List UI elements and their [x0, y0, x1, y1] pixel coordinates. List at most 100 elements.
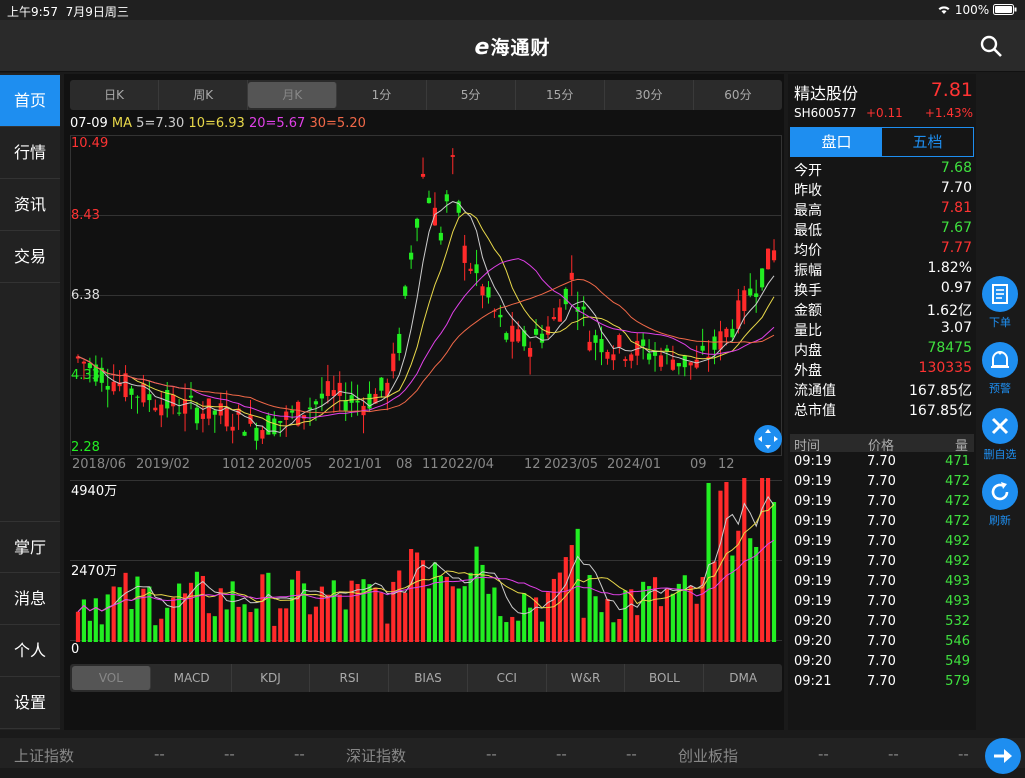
volume-bar — [266, 572, 271, 642]
tab-rsi[interactable]: RSI — [310, 664, 390, 692]
stock-change-pct: +1.43% — [924, 106, 973, 120]
tab-wr[interactable]: W&R — [547, 664, 626, 692]
volume-chart[interactable] — [70, 478, 782, 660]
trade-volume: 472 — [945, 494, 970, 509]
order-button[interactable]: 下单 — [980, 276, 1020, 330]
volume-bar — [206, 613, 211, 642]
candle-body — [438, 232, 443, 241]
volume-bar — [307, 614, 313, 642]
tab-vol[interactable]: VOL — [72, 666, 151, 690]
volume-bar — [290, 579, 295, 642]
quote-value: 130335 — [918, 360, 972, 376]
volume-bar — [385, 623, 390, 642]
volume-bar — [498, 616, 503, 642]
sidebar-item-profile[interactable]: 个人 — [0, 625, 60, 677]
quote-row: 换手 0.97 — [794, 280, 972, 300]
quote-value: 78475 — [927, 340, 972, 356]
volume-bar — [635, 615, 640, 642]
sidebar-item-messages[interactable]: 消息 — [0, 573, 60, 625]
kline-chart[interactable]: 2018/06 2019/02 1012 2020/05 2021/01 08 11 2022… — [70, 135, 782, 473]
candle-body — [313, 401, 319, 405]
trade-time: 09:20 — [794, 634, 832, 649]
volume-bar — [581, 617, 586, 642]
volume-bar — [224, 609, 229, 642]
quote-value: 7.77 — [940, 240, 972, 256]
quote-row: 流通值 167.85亿 — [794, 380, 972, 400]
candle-body — [551, 316, 556, 320]
candle-body — [147, 394, 152, 401]
volume-bar — [87, 620, 92, 642]
sidebar-item-home[interactable]: 首页 — [0, 75, 60, 127]
volume-bar — [486, 593, 491, 642]
tab-macd[interactable]: MACD — [153, 664, 232, 692]
tab-15min[interactable]: 15分 — [516, 80, 605, 110]
tab-60min[interactable]: 60分 — [694, 80, 782, 110]
index-ticker[interactable]: 上证指数 -- -- -- 深证指数 -- -- -- 创业板指 -- -- -… — [0, 738, 1025, 774]
app-header: e海通财 — [0, 20, 1025, 72]
wifi-icon — [938, 6, 950, 14]
candle-body — [105, 385, 110, 390]
quote-row: 金额 1.62亿 — [794, 300, 972, 320]
ticker-dash: -- — [154, 745, 165, 763]
candle-body — [480, 286, 485, 296]
trade-header-vol: 量 — [954, 439, 968, 454]
tab-30min[interactable]: 30分 — [605, 80, 694, 110]
tab-1min[interactable]: 1分 — [337, 80, 427, 110]
k-axis-bottom: 2.28 — [71, 440, 100, 455]
quote-row: 量比 3.07 — [794, 320, 972, 340]
sidebar-item-market[interactable]: 行情 — [0, 127, 60, 179]
candle-body — [111, 381, 116, 392]
trade-volume: 471 — [945, 454, 970, 469]
tab-5min[interactable]: 5分 — [427, 80, 516, 110]
volume-bar — [212, 616, 217, 642]
volume-bar — [492, 587, 497, 642]
tab-boll[interactable]: BOLL — [625, 664, 705, 692]
refresh-button[interactable]: 刷新 — [980, 474, 1020, 528]
volume-bar — [504, 622, 509, 642]
trade-row: 09:19 7.70 492 — [794, 534, 972, 554]
ma5-line — [77, 201, 775, 434]
candle-body — [349, 395, 354, 403]
tab-week-k[interactable]: 周K — [159, 80, 249, 110]
alert-button[interactable]: 预警 — [980, 342, 1020, 396]
remove-watchlist-label: 删自选 — [983, 448, 1017, 461]
quote-value: 7.70 — [940, 180, 972, 196]
volume-bar — [260, 574, 265, 642]
volume-bar — [462, 586, 467, 642]
quote-key: 均价 — [794, 243, 822, 259]
trade-time: 09:19 — [794, 594, 832, 609]
tab-wudang[interactable]: 五档 — [882, 128, 973, 156]
sidebar-item-settings[interactable]: 设置 — [0, 677, 60, 729]
volume-bar — [593, 596, 598, 642]
trade-price: 7.70 — [867, 474, 896, 489]
candle-body — [516, 329, 521, 342]
search-icon[interactable] — [979, 34, 1003, 58]
remove-watchlist-button[interactable]: 删自选 — [980, 408, 1020, 462]
volume-bar — [480, 564, 485, 642]
volume-bar — [456, 588, 461, 642]
tab-day-k[interactable]: 日K — [70, 80, 160, 110]
trade-header-time: 时间 — [794, 439, 821, 454]
tab-pankou[interactable]: 盘口 — [791, 128, 882, 156]
tab-cci[interactable]: CCI — [468, 664, 547, 692]
fullscreen-icon[interactable] — [753, 424, 783, 454]
x-axis-label: 2023/05 — [544, 457, 598, 472]
quote-value: 3.07 — [940, 320, 972, 336]
trade-time: 09:20 — [794, 614, 832, 629]
x-axis-label: 2018/06 — [72, 457, 126, 472]
candle-body — [284, 411, 289, 420]
sidebar-item-news[interactable]: 资讯 — [0, 179, 60, 231]
tab-bias[interactable]: BIAS — [389, 664, 468, 692]
tab-dma[interactable]: DMA — [704, 664, 782, 692]
sidebar-item-hall[interactable]: 掌厅 — [0, 521, 60, 573]
ticker-next-button[interactable] — [985, 738, 1021, 774]
sidebar-item-trade[interactable]: 交易 — [0, 231, 60, 283]
candle-body — [700, 345, 705, 351]
candle-body — [420, 173, 426, 177]
tab-month-k[interactable]: 月K — [248, 82, 338, 108]
candle-body — [444, 194, 449, 202]
trade-row: 09:20 7.70 549 — [794, 654, 972, 674]
volume-bar — [771, 502, 777, 642]
candle-body — [343, 400, 348, 411]
tab-kdj[interactable]: KDJ — [232, 664, 311, 692]
